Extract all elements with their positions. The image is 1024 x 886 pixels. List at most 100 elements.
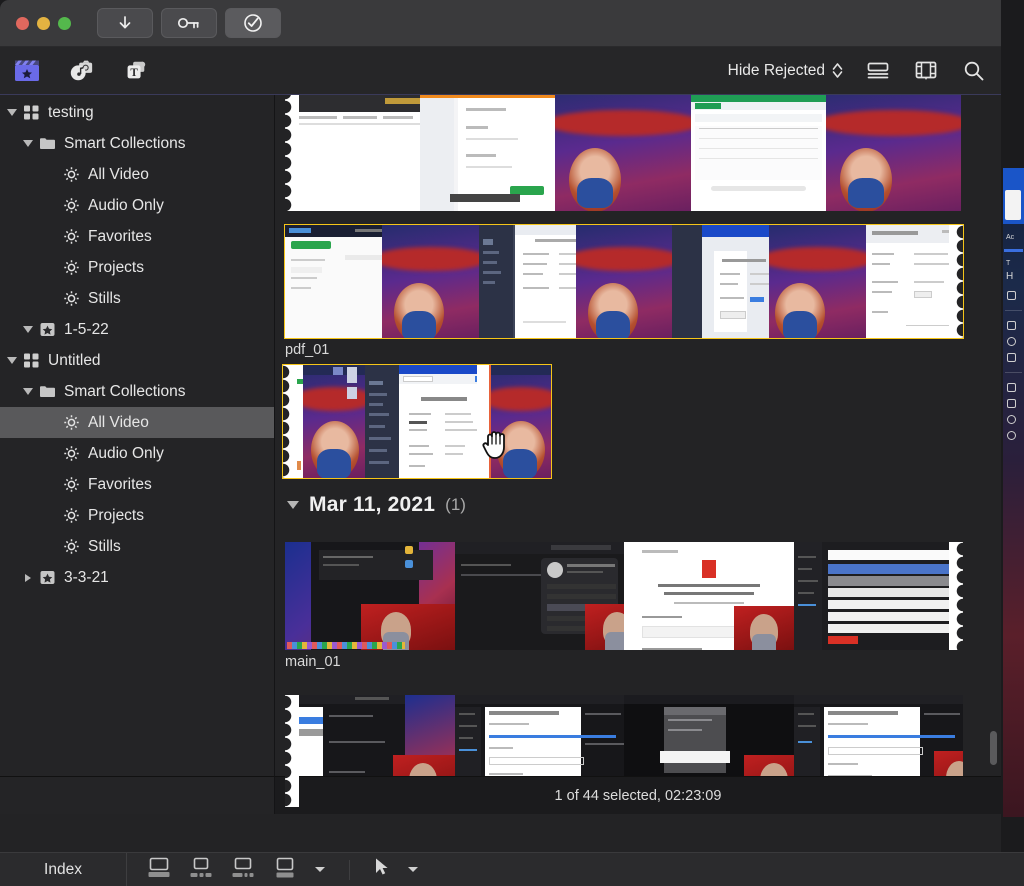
sidebar-item-audio-only[interactable]: Audio Only (0, 190, 274, 221)
sidebar-item-favorites[interactable]: Favorites (0, 221, 274, 252)
sidebar-item-all-video[interactable]: All Video (0, 159, 274, 190)
gear-star-icon (60, 414, 82, 431)
window-bottom-icon (148, 857, 170, 877)
sidebar-item-label: Favorites (88, 227, 152, 245)
gear-star-icon (60, 538, 82, 555)
folder-icon (36, 383, 58, 400)
triangle-down-icon (7, 109, 17, 116)
toolbar-left-group: T (14, 58, 148, 84)
sidebar-item-all-video[interactable]: All Video (0, 407, 274, 438)
titles-generators-button[interactable]: T (122, 58, 148, 84)
clip-row[interactable] (282, 364, 552, 479)
filmstrip-frame (825, 95, 961, 211)
folder-icon (39, 138, 55, 149)
background-window-text-3: H (1006, 271, 1014, 282)
filmstrip-view-button[interactable] (913, 58, 939, 84)
filter-popup-label: Hide Rejected (727, 61, 825, 79)
list-view-button[interactable] (865, 58, 891, 84)
sidebar-item-label: All Video (88, 413, 149, 431)
verify-button[interactable] (225, 8, 281, 38)
photos-audio-icon (70, 60, 93, 80)
main-body: testing Smart Collections All Video Audio O… (0, 95, 1001, 814)
toolbar-divider (349, 859, 350, 880)
disclosure-triangle-icon[interactable] (20, 326, 36, 333)
timeline-tool-3[interactable] (231, 856, 255, 883)
clip-row[interactable] (285, 95, 961, 211)
libraries-sidebar[interactable]: testing Smart Collections All Video Audio O… (0, 95, 275, 814)
timeline-tool-1[interactable] (147, 856, 171, 883)
keychain-button[interactable] (161, 8, 217, 38)
sidebar-item-label: Projects (88, 506, 144, 524)
disclosure-triangle-icon[interactable] (20, 388, 36, 395)
search-button[interactable] (961, 58, 987, 84)
sidebar-item-smart-collections[interactable]: Smart Collections (0, 128, 274, 159)
minimize-button[interactable] (37, 16, 50, 30)
close-button[interactable] (16, 16, 29, 30)
select-tool[interactable] (374, 857, 390, 882)
select-tool-menu[interactable] (408, 867, 418, 872)
key-icon (177, 17, 199, 29)
gear-star-icon (60, 228, 82, 245)
gear-star-icon (63, 477, 79, 492)
clip-browser[interactable]: pdf_01 Mar 11, 2021 (1) main_01 (275, 95, 1001, 814)
bottom-toolbar-tools (127, 856, 418, 883)
disclosure-triangle-icon[interactable] (4, 109, 20, 116)
background-window-icon-3 (1007, 337, 1016, 346)
filmstrip[interactable] (285, 542, 963, 650)
filmstrip-frame (454, 542, 624, 650)
chevron-updown-icon (832, 62, 843, 79)
timeline-tool-2[interactable] (189, 856, 213, 883)
background-browser-window[interactable]: Ac T H (1003, 168, 1024, 817)
sidebar-item-stills[interactable]: Stills (0, 531, 274, 562)
sidebar-footer (0, 776, 275, 814)
sidebar-item-projects[interactable]: Projects (0, 252, 274, 283)
gear-star-icon (60, 476, 82, 493)
date-section-header[interactable]: Mar 11, 2021 (1) (287, 493, 466, 517)
download-button[interactable] (97, 8, 153, 38)
sidebar-item-favorites[interactable]: Favorites (0, 469, 274, 500)
gear-star-icon (60, 507, 82, 524)
library-grid-icon (23, 105, 38, 120)
triangle-down-icon (23, 326, 33, 333)
filmstrip[interactable] (284, 224, 964, 339)
browser-scrollbar-thumb[interactable] (990, 731, 997, 765)
sidebar-item-stills[interactable]: Stills (0, 283, 274, 314)
sidebar-item-label: Projects (88, 258, 144, 276)
sidebar-item-label: Stills (88, 537, 121, 555)
filmstrip[interactable] (285, 95, 961, 211)
browser-scrollbar[interactable] (988, 191, 998, 811)
index-button[interactable]: Index (0, 852, 127, 886)
window-full-icon (276, 857, 294, 878)
zoom-button[interactable] (58, 16, 71, 30)
filmstrip[interactable] (282, 364, 552, 479)
event-star-icon (36, 569, 58, 586)
timeline-tool-menu[interactable] (315, 867, 325, 872)
filter-popup-button[interactable]: Hide Rejected (728, 62, 843, 80)
filmstrip-frame (420, 95, 556, 211)
libraries-button[interactable] (14, 58, 40, 84)
download-arrow-icon (119, 16, 131, 29)
clip-row[interactable]: pdf_01 (284, 224, 964, 358)
sidebar-item-untitled[interactable]: Untitled (0, 345, 274, 376)
sidebar-item-smart-collections[interactable]: Smart Collections (0, 376, 274, 407)
disclosure-triangle-icon[interactable] (287, 501, 299, 509)
filmstrip-frame (365, 365, 477, 478)
gear-star-icon (60, 197, 82, 214)
sidebar-item-audio-only[interactable]: Audio Only (0, 438, 274, 469)
disclosure-triangle-icon[interactable] (20, 573, 36, 582)
library-grid-icon (20, 352, 42, 369)
timeline-tool-4[interactable] (273, 856, 297, 883)
sidebar-item-projects[interactable]: Projects (0, 500, 274, 531)
disclosure-triangle-icon[interactable] (4, 357, 20, 364)
sidebar-item-3-3-21[interactable]: 3-3-21 (0, 562, 274, 593)
sidebar-item-1-5-22[interactable]: 1-5-22 (0, 314, 274, 345)
traffic-lights (16, 16, 71, 30)
window-split-icon (190, 857, 212, 877)
gear-star-icon (60, 259, 82, 276)
clip-row[interactable]: main_01 (285, 542, 963, 670)
folder-icon (39, 386, 55, 397)
disclosure-triangle-icon[interactable] (20, 140, 36, 147)
film-sprocket-right (949, 542, 963, 650)
sidebar-item-testing[interactable]: testing (0, 97, 274, 128)
photos-audio-button[interactable] (68, 58, 94, 84)
